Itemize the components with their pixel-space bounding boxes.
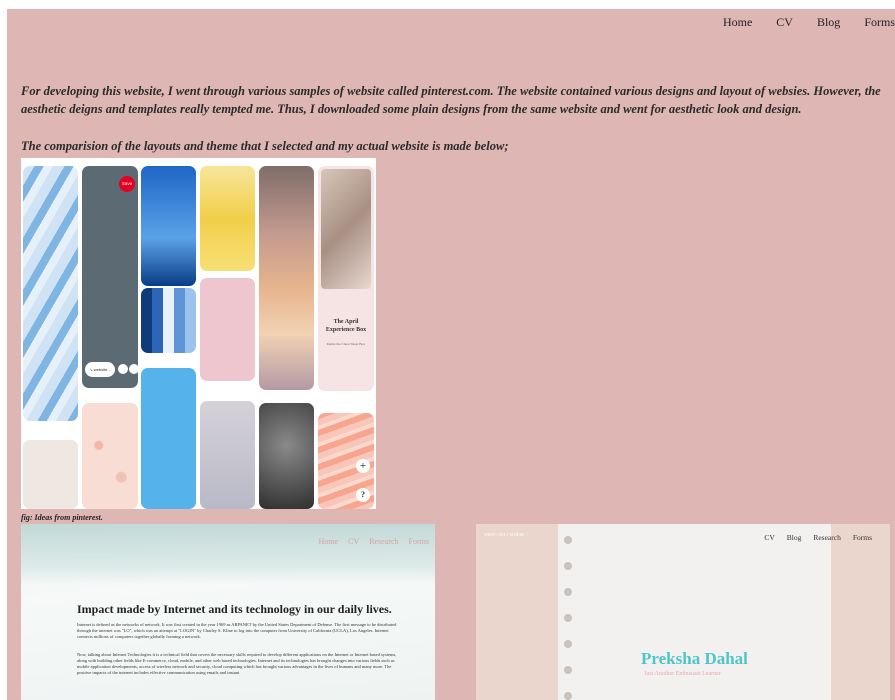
peach-pattern-pin — [82, 403, 138, 509]
beige-pin — [23, 440, 78, 509]
april-box-pin: The April Experience Box Inside the Chea… — [318, 166, 374, 391]
screenshot-nav-home: Home — [318, 537, 339, 546]
notebook-ring-icon — [564, 614, 572, 622]
notebook-ring-icon — [564, 588, 572, 596]
photo-grid-icon — [321, 169, 371, 289]
chip-circle-icon[interactable] — [118, 364, 128, 374]
grey-phone-pin: Save ↘ website... — [82, 166, 138, 388]
nav-blog-link[interactable]: Blog — [817, 15, 840, 30]
site-owner-name: Preksha Dahal — [641, 649, 748, 668]
screenshot-nav-research: Research — [813, 533, 841, 542]
pink-pin — [200, 278, 255, 381]
screenshot-nav-forms: Forms — [408, 537, 429, 546]
notebook-ring-icon — [564, 640, 572, 648]
page: Home CV Blog Forms For developing this w… — [7, 9, 895, 700]
screenshot-nav-cv: CV — [764, 533, 775, 542]
nav-forms-link[interactable]: Forms — [864, 15, 895, 30]
chip-circle-icon[interactable] — [129, 364, 138, 374]
screenshot-tagline: WHAT I SEE I’M HERE ♡ — [484, 532, 530, 537]
screenshot-nav-forms: Forms — [852, 533, 872, 542]
comparison-heading: The comparision of the layouts and theme… — [21, 139, 509, 153]
blue-swatches-pin — [141, 288, 196, 353]
screenshot-nav-cv: CV — [348, 537, 360, 546]
screenshot-nav-research: Research — [369, 537, 399, 546]
search-chip[interactable]: ↘ website... — [85, 362, 115, 377]
ocean-pin — [141, 166, 196, 286]
screenshot-blog-nav: Home CV Research Forms — [309, 537, 429, 546]
sky-blue-pin — [141, 368, 196, 509]
site-owner-subtitle: Just Another Enthusiast Learner — [644, 671, 721, 677]
yellow-watercolor-pin — [200, 166, 255, 271]
nav-home-link[interactable]: Home — [723, 15, 752, 30]
cloud-sky-pin — [259, 166, 314, 390]
top-nav: Home CV Blog Forms — [699, 15, 895, 30]
brush-stroke-decoration — [21, 524, 435, 584]
help-button[interactable]: ? — [356, 488, 370, 502]
dark-grey-pin — [259, 403, 314, 509]
coral-pattern-pin: + ? — [318, 413, 374, 509]
website-screenshot-home: WHAT I SEE I’M HERE ♡ CV Blog Research F… — [476, 524, 890, 700]
intro-paragraph: For developing this website, I went thro… — [21, 84, 881, 116]
blue-stripes-pin — [23, 166, 78, 421]
nav-cv-link[interactable]: CV — [776, 15, 793, 30]
collage-caption: fig: Ideas from pinterest. — [21, 513, 103, 522]
blog-article-paragraph: Now, talking about Internet Technologies… — [77, 652, 397, 675]
pinterest-collage-image: Save ↘ website... The April Experience B… — [21, 158, 376, 509]
add-button[interactable]: + — [356, 459, 370, 473]
screenshot-nav-blog: Blog — [786, 533, 802, 542]
april-box-title: The April Experience Box — [325, 319, 367, 333]
website-screenshot-blog: Home CV Research Forms Impact made by In… — [21, 524, 435, 700]
notebook-ring-icon — [564, 562, 572, 570]
save-button[interactable]: Save — [119, 176, 135, 192]
blog-article-title: Impact made by Internet and its technolo… — [77, 602, 392, 616]
blog-article-paragraph: Internet is defined as the networks of n… — [77, 622, 397, 639]
lavender-pin — [200, 401, 255, 509]
notebook-ring-icon — [564, 692, 572, 700]
april-box-subtitle: Inside the Cheat Sheet Box — [326, 342, 366, 346]
screenshot-home-nav: CV Blog Research Forms — [752, 533, 872, 542]
notebook-ring-icon — [564, 666, 572, 674]
notebook-ring-icon — [564, 536, 572, 544]
